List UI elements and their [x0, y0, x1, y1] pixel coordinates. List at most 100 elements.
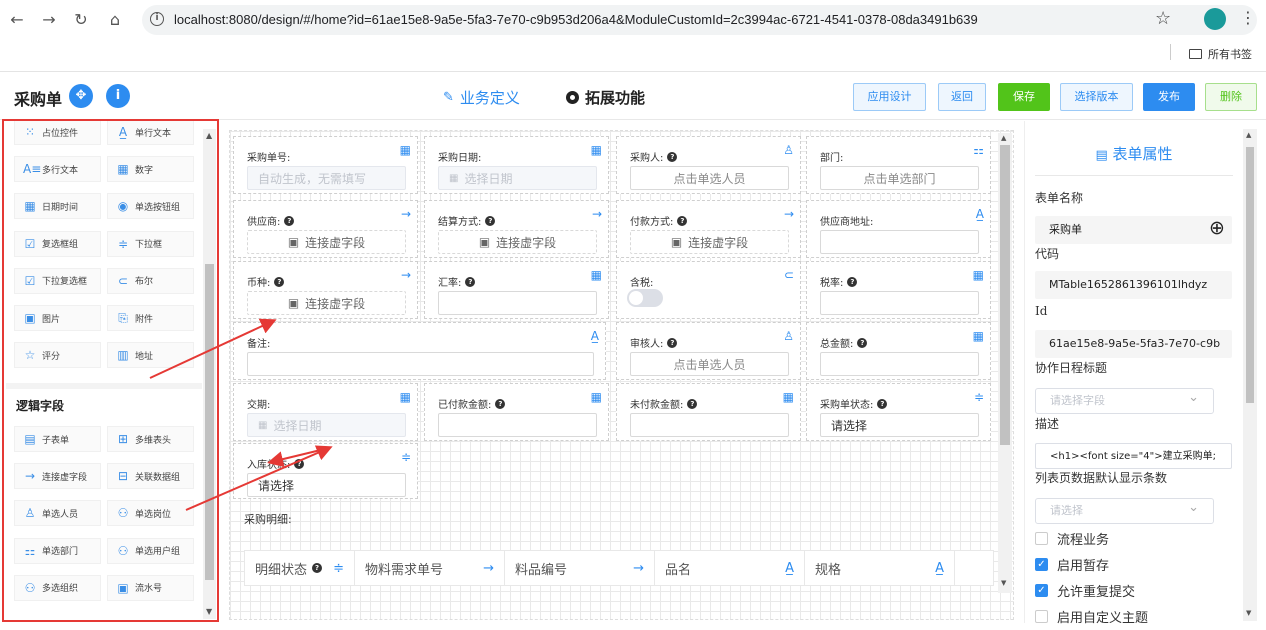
field-input[interactable]	[820, 291, 979, 315]
form-field-cell[interactable]: 汇率:? ▦	[424, 261, 609, 319]
form-field-cell[interactable]: 未付款金额:? ▦	[616, 383, 801, 441]
profile-avatar[interactable]	[1204, 8, 1226, 30]
form-field-cell[interactable]: 采购单号: ▦ 自动生成，无需填写	[233, 136, 418, 194]
field-input[interactable]	[820, 230, 979, 254]
field-input[interactable]	[247, 352, 594, 376]
field-input[interactable]: ▣ 连接虚字段	[630, 230, 789, 254]
unchecked-box-icon[interactable]	[1035, 610, 1048, 623]
scroll-thumb[interactable]	[1000, 145, 1010, 445]
scroll-thumb[interactable]	[1246, 147, 1254, 403]
field-input[interactable]: 点击单选部门	[820, 166, 979, 190]
address-bar[interactable]: i localhost:8080/design/#/home?id=61ae15…	[142, 5, 1257, 35]
form-field-cell[interactable]: 审核人:? ♙ 点击单选人员	[616, 322, 801, 380]
delete-button[interactable]: 删除	[1205, 83, 1257, 111]
tab-extend-functions[interactable]: 拓展功能	[566, 87, 645, 108]
field-input[interactable]	[820, 352, 979, 376]
save-button[interactable]: 保存	[998, 83, 1050, 111]
back-arrow-icon[interactable]: ←	[6, 8, 28, 30]
option-checkbox[interactable]: 启用自定义主题	[1035, 607, 1148, 626]
option-checkbox[interactable]: 流程业务	[1035, 529, 1109, 548]
field-input[interactable]: 点击单选人员	[630, 352, 789, 376]
help-icon[interactable]: ?	[274, 276, 285, 287]
help-icon[interactable]: ?	[877, 398, 888, 409]
form-field-cell[interactable]: 供应商地址: A̲	[806, 200, 991, 258]
form-field-cell[interactable]: 采购单状态:? ≑ 请选择	[806, 383, 991, 441]
form-field-cell[interactable]: 供应商:? → ▣ 连接虚字段	[233, 200, 418, 258]
option-checkbox[interactable]: ✓ 启用暂存	[1035, 555, 1109, 574]
form-name-field[interactable]: 采购单	[1035, 216, 1232, 244]
choose-version-button[interactable]: 选择版本	[1060, 83, 1133, 111]
checked-box-icon[interactable]: ✓	[1035, 558, 1048, 571]
scroll-down-icon[interactable]: ▼	[1246, 609, 1251, 617]
canvas-scrollbar[interactable]: ▲ ▼	[998, 133, 1012, 593]
help-icon[interactable]: ?	[312, 563, 323, 573]
help-icon[interactable]: ?	[284, 215, 295, 226]
help-icon[interactable]: ?	[667, 337, 678, 348]
help-icon[interactable]: ?	[857, 337, 868, 348]
help-icon[interactable]: ?	[465, 276, 476, 287]
forward-arrow-icon[interactable]: →	[38, 8, 60, 30]
option-checkbox[interactable]: ✓ 允许重复提交	[1035, 581, 1135, 600]
form-field-cell[interactable]: 采购日期: ▦ ▦ 选择日期	[424, 136, 609, 194]
scroll-up-icon[interactable]: ▲	[1001, 134, 1006, 142]
code-field[interactable]: MTable1652861396101lhdyz	[1035, 271, 1232, 299]
help-icon[interactable]: ?	[667, 151, 678, 162]
form-field-cell[interactable]: 入库状态:? ≑ 请选择	[233, 443, 418, 499]
unchecked-box-icon[interactable]	[1035, 532, 1048, 545]
table-column-header[interactable]: 规格 A̲	[805, 551, 955, 585]
back-button[interactable]: 返回	[938, 83, 986, 111]
more-menu-icon[interactable]: ⋮	[1240, 8, 1256, 27]
form-field-cell[interactable]: 已付款金额:? ▦	[424, 383, 609, 441]
scroll-down-icon[interactable]: ▼	[1001, 579, 1006, 587]
table-column-header[interactable]: 明细状态? ≑	[245, 551, 355, 585]
id-field[interactable]: 61ae15e8-9a5e-5fa3-7e70-c9b	[1035, 330, 1232, 358]
field-input[interactable]: 请选择	[247, 473, 406, 497]
help-icon[interactable]: ?	[847, 276, 858, 287]
globe-icon[interactable]: ⊕	[1209, 217, 1225, 239]
description-field[interactable]: <h1><font size="4">建立采购单;	[1035, 443, 1232, 469]
app-design-button[interactable]: 应用设计	[853, 83, 926, 111]
property-panel-scrollbar[interactable]: ▲ ▼	[1243, 129, 1257, 621]
form-field-cell[interactable]: 付款方式:? → ▣ 连接虚字段	[616, 200, 801, 258]
reload-icon[interactable]: ↻	[70, 8, 92, 30]
field-input[interactable]: ▣ 连接虚字段	[247, 230, 406, 254]
tab-business-definition[interactable]: ✎ 业务定义	[443, 87, 520, 108]
home-icon[interactable]: ⌂	[104, 8, 126, 30]
form-field-cell[interactable]: 采购人:? ♙ 点击单选人员	[616, 136, 801, 194]
field-input[interactable]: ▣ 连接虚字段	[438, 230, 597, 254]
form-field-cell[interactable]: 交期: ▦ ▦ 选择日期	[233, 383, 418, 441]
form-field-cell[interactable]: 税率:? ▦	[806, 261, 991, 319]
schedule-title-select[interactable]: 请选择字段	[1035, 386, 1214, 414]
table-column-header[interactable]: 品名 A̲	[655, 551, 805, 585]
field-input[interactable]	[630, 413, 789, 437]
form-field-cell[interactable]: 备注: A̲	[233, 322, 606, 380]
move-icon[interactable]: ✥	[69, 84, 93, 108]
help-icon[interactable]: ?	[677, 215, 688, 226]
form-field-cell[interactable]: 部门: ⚏ 点击单选部门	[806, 136, 991, 194]
publish-button[interactable]: 发布	[1143, 83, 1195, 111]
star-bookmark-icon[interactable]: ☆	[1155, 8, 1171, 29]
all-bookmarks[interactable]: 所有书签	[1189, 46, 1252, 62]
form-field-cell[interactable]: 总金额:? ▦	[806, 322, 991, 380]
field-input[interactable]: 自动生成，无需填写	[247, 166, 406, 190]
help-icon[interactable]: ?	[485, 215, 496, 226]
field-input[interactable]	[438, 291, 597, 315]
info-icon[interactable]: i	[106, 84, 130, 108]
field-input[interactable]: ▦ 选择日期	[247, 413, 406, 437]
form-field-cell[interactable]: 结算方式:? → ▣ 连接虚字段	[424, 200, 609, 258]
url-text[interactable]: localhost:8080/design/#/home?id=61ae15e8…	[174, 12, 978, 27]
field-input[interactable]	[438, 413, 597, 437]
table-column-header[interactable]: 物料需求单号 →	[355, 551, 505, 585]
help-icon[interactable]: ?	[495, 398, 506, 409]
help-icon[interactable]: ?	[687, 398, 698, 409]
help-icon[interactable]: ?	[294, 458, 305, 469]
table-column-header[interactable]: 料品编号 →	[505, 551, 655, 585]
field-input[interactable]: ▦ 选择日期	[438, 166, 597, 190]
form-field-cell[interactable]: 币种:? → ▣ 连接虚字段	[233, 261, 418, 319]
scroll-up-icon[interactable]: ▲	[1246, 131, 1251, 139]
list-count-select[interactable]: 请选择	[1035, 496, 1214, 524]
field-input[interactable]: 点击单选人员	[630, 166, 789, 190]
field-input[interactable]: ▣ 连接虚字段	[247, 291, 406, 315]
field-input[interactable]: 请选择	[820, 413, 979, 437]
form-field-cell[interactable]: 含税: ⊂	[616, 261, 801, 319]
